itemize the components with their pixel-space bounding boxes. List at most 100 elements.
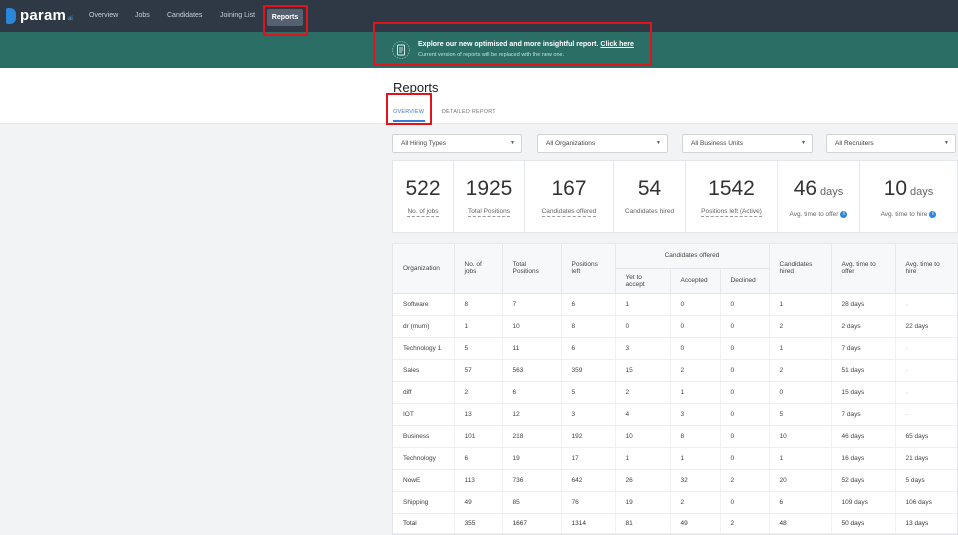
stat-label: No. of jobs bbox=[407, 208, 439, 217]
col-avg-time-offer: Avg. time to offer bbox=[831, 244, 896, 294]
stat-value: 54 bbox=[614, 178, 685, 200]
table-cell: 6 bbox=[561, 293, 616, 316]
stat-number: 10 bbox=[883, 177, 908, 200]
table-cell: 2 bbox=[670, 491, 721, 514]
table-cell: 0 bbox=[720, 381, 770, 404]
table-cell: 26 bbox=[615, 469, 671, 492]
table-cell: 192 bbox=[561, 425, 616, 448]
stat-label: Positions left (Active) bbox=[701, 208, 762, 217]
nav-candidates[interactable]: Candidates bbox=[167, 12, 202, 19]
table-cell: 81 bbox=[615, 513, 671, 534]
stat-avg-time-offer: 46 days Avg. time to offer i bbox=[778, 161, 860, 232]
stat-number: 522 bbox=[405, 177, 441, 200]
stat-value: 167 bbox=[525, 178, 613, 200]
stat-label: Candidates offered bbox=[541, 208, 597, 217]
table-cell: 65 days bbox=[895, 425, 957, 448]
table-cell: 0 bbox=[720, 425, 770, 448]
tab-detailed-report[interactable]: DETAILED REPORT bbox=[442, 109, 496, 115]
annotation-box-banner bbox=[373, 22, 652, 66]
table-cell: 6 bbox=[502, 381, 562, 404]
table-cell: 3 bbox=[670, 403, 721, 426]
table-cell: 113 bbox=[454, 469, 503, 492]
table-cell: 1 bbox=[769, 293, 832, 316]
table-cell: 0 bbox=[615, 315, 671, 338]
col-accepted: Accepted bbox=[670, 268, 721, 294]
table-row: Business 101 218 192 10 8 0 10 46 days 65 days bbox=[393, 425, 957, 448]
col-total-positions: Total Positions bbox=[502, 244, 562, 294]
table-cell: 101 bbox=[454, 425, 503, 448]
filter-hiring-types[interactable]: All Hiring Types ▼ bbox=[392, 134, 522, 153]
logo-icon bbox=[6, 7, 16, 24]
stat-total-positions[interactable]: 1925 Total Positions bbox=[454, 161, 525, 232]
col-candidates-offered: Candidates offered bbox=[615, 244, 770, 269]
table-cell: 6 bbox=[769, 491, 832, 514]
table-cell: 7 days bbox=[831, 403, 896, 426]
table-cell: 1667 bbox=[502, 513, 562, 534]
table-cell: 0 bbox=[670, 337, 721, 360]
caret-down-icon: ▼ bbox=[944, 140, 949, 146]
table-cell: 1 bbox=[769, 337, 832, 360]
table-cell: 13 days bbox=[895, 513, 957, 534]
table-cell: 8 bbox=[454, 293, 503, 316]
table-cell: 218 bbox=[502, 425, 562, 448]
filter-organizations[interactable]: All Organizations ▼ bbox=[537, 134, 668, 153]
table-cell: NowE bbox=[393, 469, 455, 492]
col-candidates-hired: Candidates hired bbox=[769, 244, 832, 294]
table-cell: diff bbox=[393, 381, 455, 404]
table-cell: 0 bbox=[720, 491, 770, 514]
table-cell: 49 bbox=[670, 513, 721, 534]
table-cell: 736 bbox=[502, 469, 562, 492]
table-cell: 2 bbox=[720, 513, 770, 534]
param-logo[interactable]: param ai bbox=[6, 7, 73, 24]
caret-down-icon: ▼ bbox=[801, 140, 806, 146]
info-icon[interactable]: i bbox=[840, 210, 848, 218]
table-cell: 8 bbox=[670, 425, 721, 448]
table-cell: 106 days bbox=[895, 491, 957, 514]
info-icon[interactable]: i bbox=[929, 210, 937, 218]
col-jobs: No. of jobs bbox=[454, 244, 503, 294]
table-cell: 52 days bbox=[831, 469, 896, 492]
table-cell: 2 bbox=[454, 381, 503, 404]
table-cell: 2 bbox=[670, 359, 721, 382]
stat-number: 54 bbox=[637, 177, 662, 200]
stat-positions-left[interactable]: 1542 Positions left (Active) bbox=[686, 161, 778, 232]
stat-candidates-offered[interactable]: 167 Candidates offered bbox=[525, 161, 614, 232]
filter-recruiters[interactable]: All Recruiters ▼ bbox=[826, 134, 956, 153]
table-cell: 10 bbox=[769, 425, 832, 448]
table-cell: 642 bbox=[561, 469, 616, 492]
table-cell: 1 bbox=[670, 447, 721, 470]
table-row: dr (mum) 1 10 8 0 0 0 2 2 days 22 days bbox=[393, 315, 957, 338]
table-cell: 2 bbox=[720, 469, 770, 492]
table-cell: 57 bbox=[454, 359, 503, 382]
logo-text: param bbox=[20, 7, 67, 24]
stat-label-text: Avg. time to hire bbox=[880, 211, 928, 218]
table-cell: 5 bbox=[769, 403, 832, 426]
nav-overview[interactable]: Overview bbox=[89, 12, 118, 19]
nav-joining-list[interactable]: Joining List bbox=[220, 12, 255, 19]
table-cell: - bbox=[895, 381, 957, 404]
table-cell: 0 bbox=[670, 315, 721, 338]
table-row: Technology 1 5 11 6 3 0 0 1 7 days - bbox=[393, 337, 957, 360]
filter-organizations-value: All Organizations bbox=[546, 140, 596, 147]
table-cell: 6 bbox=[454, 447, 503, 470]
stat-label: Avg. time to hire i bbox=[880, 210, 937, 218]
stat-number: 1925 bbox=[465, 177, 513, 200]
table-row: NowE 113 736 642 26 32 2 20 52 days 5 days bbox=[393, 469, 957, 492]
table-cell: Business bbox=[393, 425, 455, 448]
table-cell: 0 bbox=[720, 337, 770, 360]
logo-suffix: ai bbox=[68, 15, 73, 22]
table-cell: 1 bbox=[769, 447, 832, 470]
table-cell: 17 bbox=[561, 447, 616, 470]
table-cell: 3 bbox=[561, 403, 616, 426]
table-cell: 49 bbox=[454, 491, 503, 514]
annotation-box-reports bbox=[263, 5, 308, 36]
filter-business-units[interactable]: All Business Units ▼ bbox=[682, 134, 813, 153]
stat-jobs[interactable]: 522 No. of jobs bbox=[393, 161, 454, 232]
table-cell: Shipping bbox=[393, 491, 455, 514]
nav-jobs[interactable]: Jobs bbox=[135, 12, 150, 19]
table-cell: 28 days bbox=[831, 293, 896, 316]
table-cell: 5 days bbox=[895, 469, 957, 492]
table-cell: Technology bbox=[393, 447, 455, 470]
table-cell: - bbox=[895, 359, 957, 382]
table-cell: 11 bbox=[502, 337, 562, 360]
